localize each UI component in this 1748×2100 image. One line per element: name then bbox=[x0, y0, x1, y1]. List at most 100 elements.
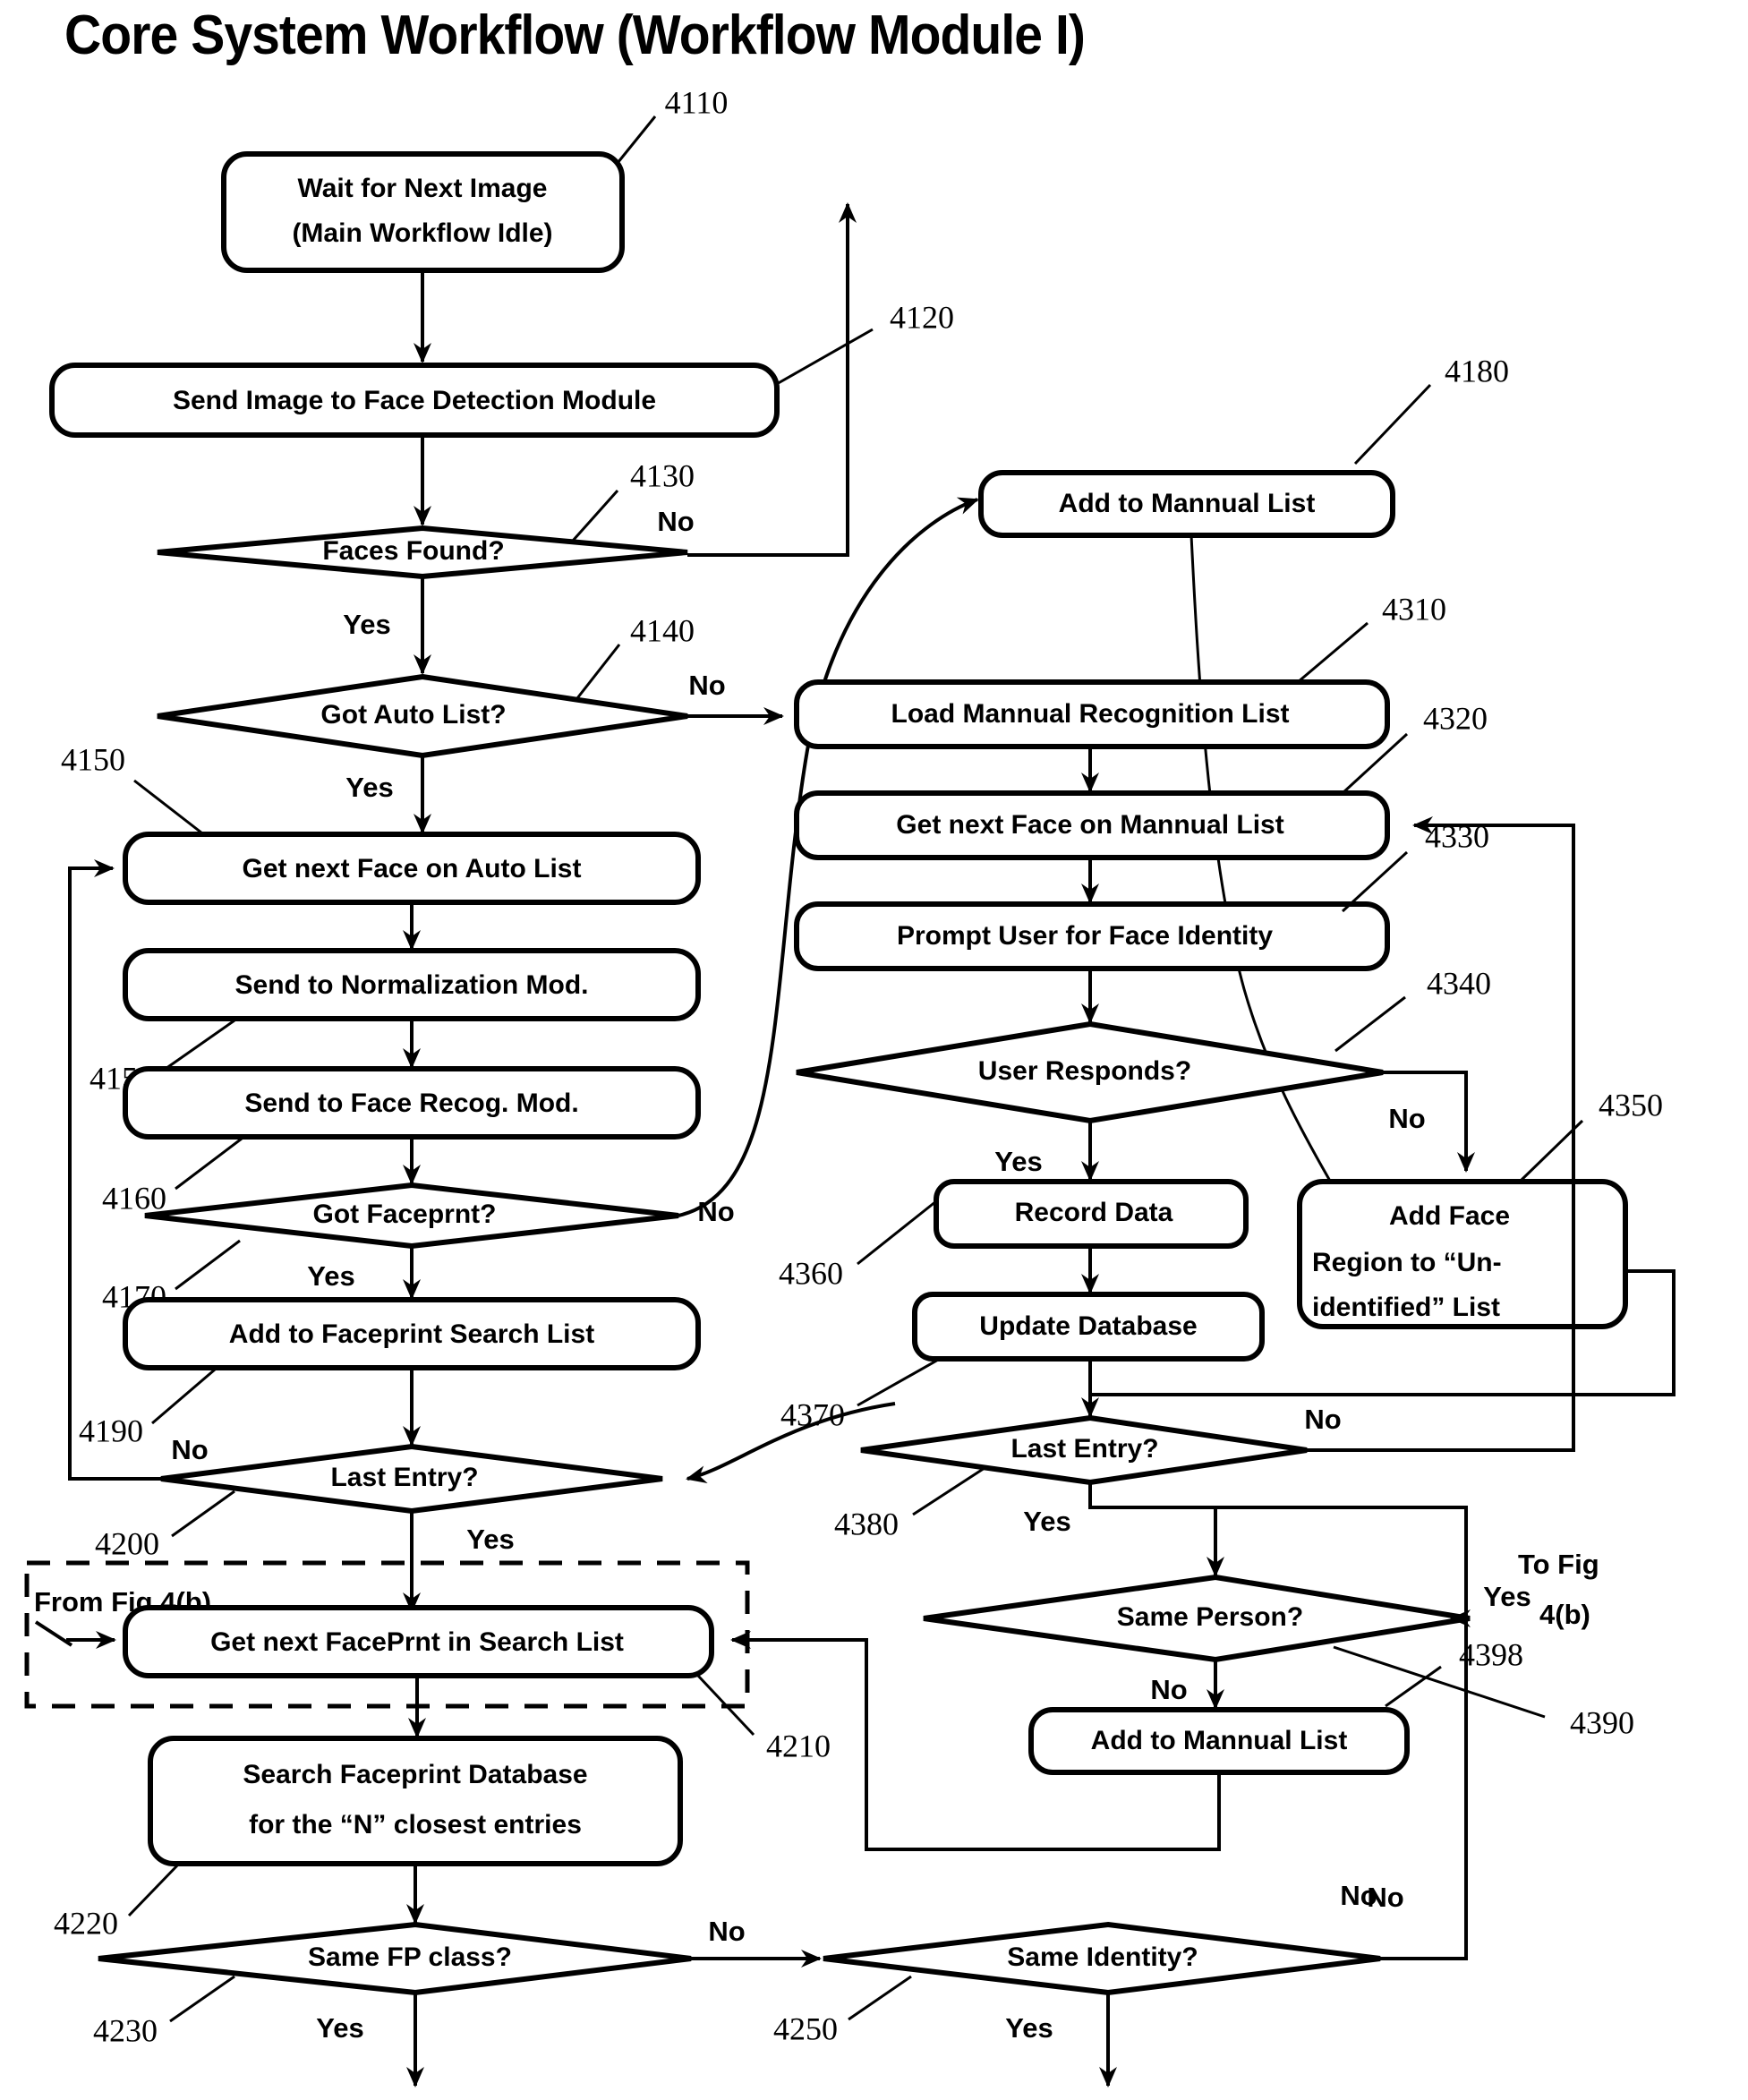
node-prompt-user-label: Prompt User for Face Identity bbox=[897, 921, 1273, 951]
node-add-to-faceprint-search-list[interactable]: Add to Faceprint Search List bbox=[123, 1297, 701, 1370]
edge-label-last-entry-left-no: No bbox=[171, 1434, 208, 1465]
node-got-auto-list-label: Got Auto List? bbox=[320, 700, 506, 730]
node-update-database[interactable]: Update Database bbox=[912, 1292, 1265, 1362]
node-add-faceprint-search-label: Add to Faceprint Search List bbox=[229, 1319, 594, 1349]
node-last-entry-left-decision[interactable]: Last Entry? bbox=[160, 1443, 663, 1515]
node-send-to-face-recog[interactable]: Send to Face Recog. Mod. bbox=[123, 1066, 701, 1140]
leader-4160 bbox=[175, 1137, 243, 1191]
node-add-face-region-line2: Region to “Un- bbox=[1312, 1248, 1502, 1277]
node-load-mannual-label: Load Mannual Recognition List bbox=[891, 699, 1290, 729]
edge-label-last-entry-right-no: No bbox=[1304, 1404, 1341, 1435]
node-record-data[interactable]: Record Data bbox=[934, 1179, 1249, 1249]
leader-4120 bbox=[774, 328, 874, 387]
edge-label-user-responds-yes: Yes bbox=[994, 1146, 1042, 1177]
leader-4155 bbox=[162, 1019, 235, 1072]
node-got-faceprnt-decision[interactable]: Got Faceprnt? bbox=[144, 1182, 679, 1250]
leader-4130 bbox=[571, 490, 619, 542]
edge-label-got-auto-list-no: No bbox=[688, 670, 725, 701]
node-get-next-faceprnt-search-list[interactable]: Get next FacePrnt in Search List bbox=[123, 1605, 714, 1678]
ref-4310: 4310 bbox=[1382, 591, 1446, 627]
edge-label-user-responds-no: No bbox=[1388, 1103, 1425, 1134]
edge-label-same-fp-class-yes: Yes bbox=[316, 2012, 363, 2044]
node-wait-for-next-image[interactable]: Wait for Next Image (Main Workflow Idle) bbox=[221, 151, 625, 273]
edge-label-got-faceprnt-no: No bbox=[697, 1196, 734, 1227]
node-same-identity-decision[interactable]: Same Identity? bbox=[823, 1921, 1381, 1996]
node-same-person-decision[interactable]: Same Person? bbox=[923, 1574, 1471, 1663]
edge-4380-yes-to-4390 bbox=[1088, 1482, 1224, 1577]
edge-fromfig-stub bbox=[34, 1620, 73, 1647]
ref-4350: 4350 bbox=[1599, 1087, 1663, 1123]
leader-4170 bbox=[175, 1239, 241, 1291]
leader-4110 bbox=[616, 115, 657, 164]
flowchart-canvas: Wait for Next Image (Main Workflow Idle)… bbox=[24, 84, 1676, 2087]
node-add-to-mannual-list-bottom[interactable]: Add to Mannual List bbox=[1028, 1707, 1410, 1775]
node-get-next-face-auto-list[interactable]: Get next Face on Auto List bbox=[123, 832, 701, 905]
node-send-image-label: Send Image to Face Detection Module bbox=[173, 386, 656, 415]
ref-4130: 4130 bbox=[630, 457, 695, 493]
leader-4200 bbox=[171, 1490, 235, 1538]
edge-label-last-entry-right-yes: Yes bbox=[1023, 1506, 1070, 1537]
leader-4180 bbox=[1353, 383, 1432, 465]
node-last-entry-left-label: Last Entry? bbox=[330, 1463, 478, 1492]
node-same-fp-class-label: Same FP class? bbox=[308, 1942, 512, 1972]
ref-4200: 4200 bbox=[95, 1525, 159, 1561]
edge-label-got-auto-list-yes: Yes bbox=[345, 772, 393, 803]
leader-4310 bbox=[1297, 621, 1369, 684]
node-add-face-region-line1: Add Face bbox=[1389, 1201, 1510, 1231]
node-got-auto-list-decision[interactable]: Got Auto List? bbox=[157, 673, 688, 759]
node-wait-for-next-image-line1: Wait for Next Image bbox=[298, 174, 548, 203]
to-fig-4b-line2: 4(b) bbox=[1539, 1599, 1590, 1630]
ref-4250: 4250 bbox=[773, 2010, 838, 2046]
node-add-mannual-top-label: Add to Mannual List bbox=[1059, 489, 1316, 518]
ref-4140: 4140 bbox=[630, 612, 695, 648]
ref-4190: 4190 bbox=[79, 1413, 143, 1448]
ref-4160: 4160 bbox=[102, 1180, 166, 1216]
node-send-image-to-face-detection[interactable]: Send Image to Face Detection Module bbox=[49, 363, 780, 438]
node-get-next-face-mannual-label: Get next Face on Mannual List bbox=[896, 810, 1283, 840]
node-add-mannual-bottom-label: Add to Mannual List bbox=[1091, 1726, 1348, 1755]
node-last-entry-right-decision[interactable]: Last Entry? bbox=[860, 1414, 1308, 1486]
ref-4380: 4380 bbox=[834, 1506, 899, 1541]
leader-4360 bbox=[857, 1199, 937, 1266]
node-get-next-faceprnt-label: Get next FacePrnt in Search List bbox=[210, 1627, 624, 1657]
edge-label-same-person-yes: Yes bbox=[1483, 1581, 1531, 1612]
edge-label-same-person-no: No bbox=[1150, 1674, 1187, 1705]
node-get-next-face-auto-label: Get next Face on Auto List bbox=[243, 854, 582, 884]
node-search-faceprint-database[interactable]: Search Faceprint Database for the “N” cl… bbox=[148, 1736, 683, 1866]
node-add-face-region-line3: identified” List bbox=[1312, 1293, 1500, 1322]
ref-4120: 4120 bbox=[890, 299, 954, 335]
ref-4210: 4210 bbox=[766, 1728, 831, 1763]
node-send-to-normalization-label: Send to Normalization Mod. bbox=[235, 970, 589, 1000]
node-send-to-normalization[interactable]: Send to Normalization Mod. bbox=[123, 948, 701, 1021]
node-same-person-label: Same Person? bbox=[1117, 1602, 1303, 1632]
ref-4360: 4360 bbox=[779, 1255, 843, 1291]
leader-4150 bbox=[133, 779, 207, 838]
edge-label-same-identity-yes: Yes bbox=[1005, 2012, 1053, 2044]
ref-4220: 4220 bbox=[54, 1905, 118, 1941]
node-faces-found-label: Faces Found? bbox=[322, 536, 504, 566]
node-user-responds-label: User Responds? bbox=[978, 1056, 1191, 1086]
node-load-mannual-recognition-list[interactable]: Load Mannual Recognition List bbox=[794, 679, 1390, 749]
node-user-responds-decision[interactable]: User Responds? bbox=[796, 1020, 1384, 1124]
node-prompt-user-face-identity[interactable]: Prompt User for Face Identity bbox=[794, 901, 1390, 971]
node-add-face-region-unidentified[interactable]: Add Face Region to “Un- identified” List bbox=[1297, 1179, 1628, 1329]
ref-4110: 4110 bbox=[665, 84, 729, 120]
node-get-next-face-mannual-list[interactable]: Get next Face on Mannual List bbox=[794, 790, 1390, 860]
edge-label-got-faceprnt-yes: Yes bbox=[307, 1260, 354, 1292]
leader-4140 bbox=[576, 644, 621, 699]
ref-4230: 4230 bbox=[93, 2012, 158, 2048]
node-add-to-mannual-list-top[interactable]: Add to Mannual List bbox=[978, 470, 1395, 538]
leader-4340 bbox=[1334, 995, 1406, 1053]
ref-4150: 4150 bbox=[61, 741, 125, 777]
node-same-fp-class-decision[interactable]: Same FP class? bbox=[98, 1921, 692, 1996]
edge-label-last-entry-left-yes: Yes bbox=[466, 1524, 514, 1555]
leader-4220 bbox=[127, 1862, 181, 1917]
node-wait-for-next-image-line2: (Main Workflow Idle) bbox=[292, 218, 552, 248]
edge-label-faces-found-no: No bbox=[657, 506, 694, 537]
node-faces-found-decision[interactable]: Faces Found? bbox=[157, 525, 688, 580]
ref-4340: 4340 bbox=[1427, 965, 1491, 1001]
leader-4330 bbox=[1341, 850, 1409, 913]
node-same-identity-label: Same Identity? bbox=[1007, 1942, 1198, 1972]
ref-4390: 4390 bbox=[1570, 1704, 1634, 1740]
leader-4380 bbox=[912, 1466, 985, 1516]
